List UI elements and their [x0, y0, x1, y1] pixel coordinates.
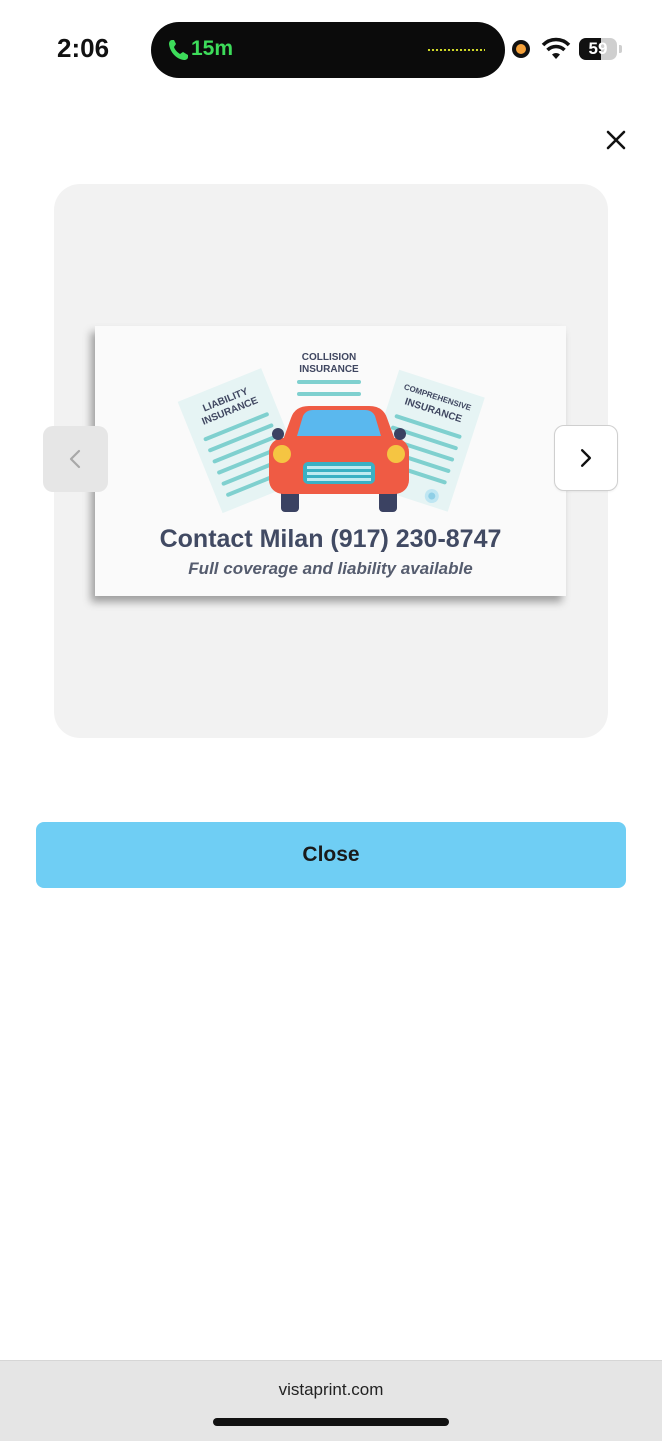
close-icon[interactable]: [598, 122, 634, 158]
status-time: 2:06: [57, 33, 110, 63]
battery-tip: [619, 45, 622, 53]
doc-center-label-1: COLLISION: [302, 352, 356, 363]
wifi-icon: [541, 37, 571, 59]
dynamic-island[interactable]: 15m: [151, 22, 505, 78]
url-text[interactable]: vistaprint.com: [0, 1380, 662, 1400]
home-indicator[interactable]: [213, 1418, 449, 1426]
audio-waveform-icon: [427, 49, 485, 51]
card-subtitle: Full coverage and liability available: [188, 559, 473, 578]
insurance-illustration: LIABILITY INSURANCE COMPREHENSIVE INSURA…: [177, 344, 485, 514]
close-button[interactable]: Close: [36, 822, 626, 888]
browser-url-bar[interactable]: vistaprint.com: [0, 1360, 662, 1441]
business-card-preview: LIABILITY INSURANCE COMPREHENSIVE INSURA…: [95, 326, 566, 596]
status-bar: 2:06 15m 59: [0, 0, 662, 100]
call-duration: 15m: [191, 37, 234, 60]
phone-icon: [169, 40, 188, 60]
card-title: Contact Milan (917) 230-8747: [159, 525, 502, 553]
doc-center-label-2: INSURANCE: [299, 364, 359, 375]
battery-level: 59: [588, 39, 608, 58]
battery-icon: 59: [579, 38, 617, 60]
car-icon: [269, 406, 409, 512]
next-button[interactable]: [554, 425, 618, 491]
previous-button[interactable]: [43, 426, 108, 492]
chevron-left-icon: [69, 449, 81, 469]
microphone-indicator-icon: [512, 40, 530, 58]
chevron-right-icon: [580, 449, 592, 467]
